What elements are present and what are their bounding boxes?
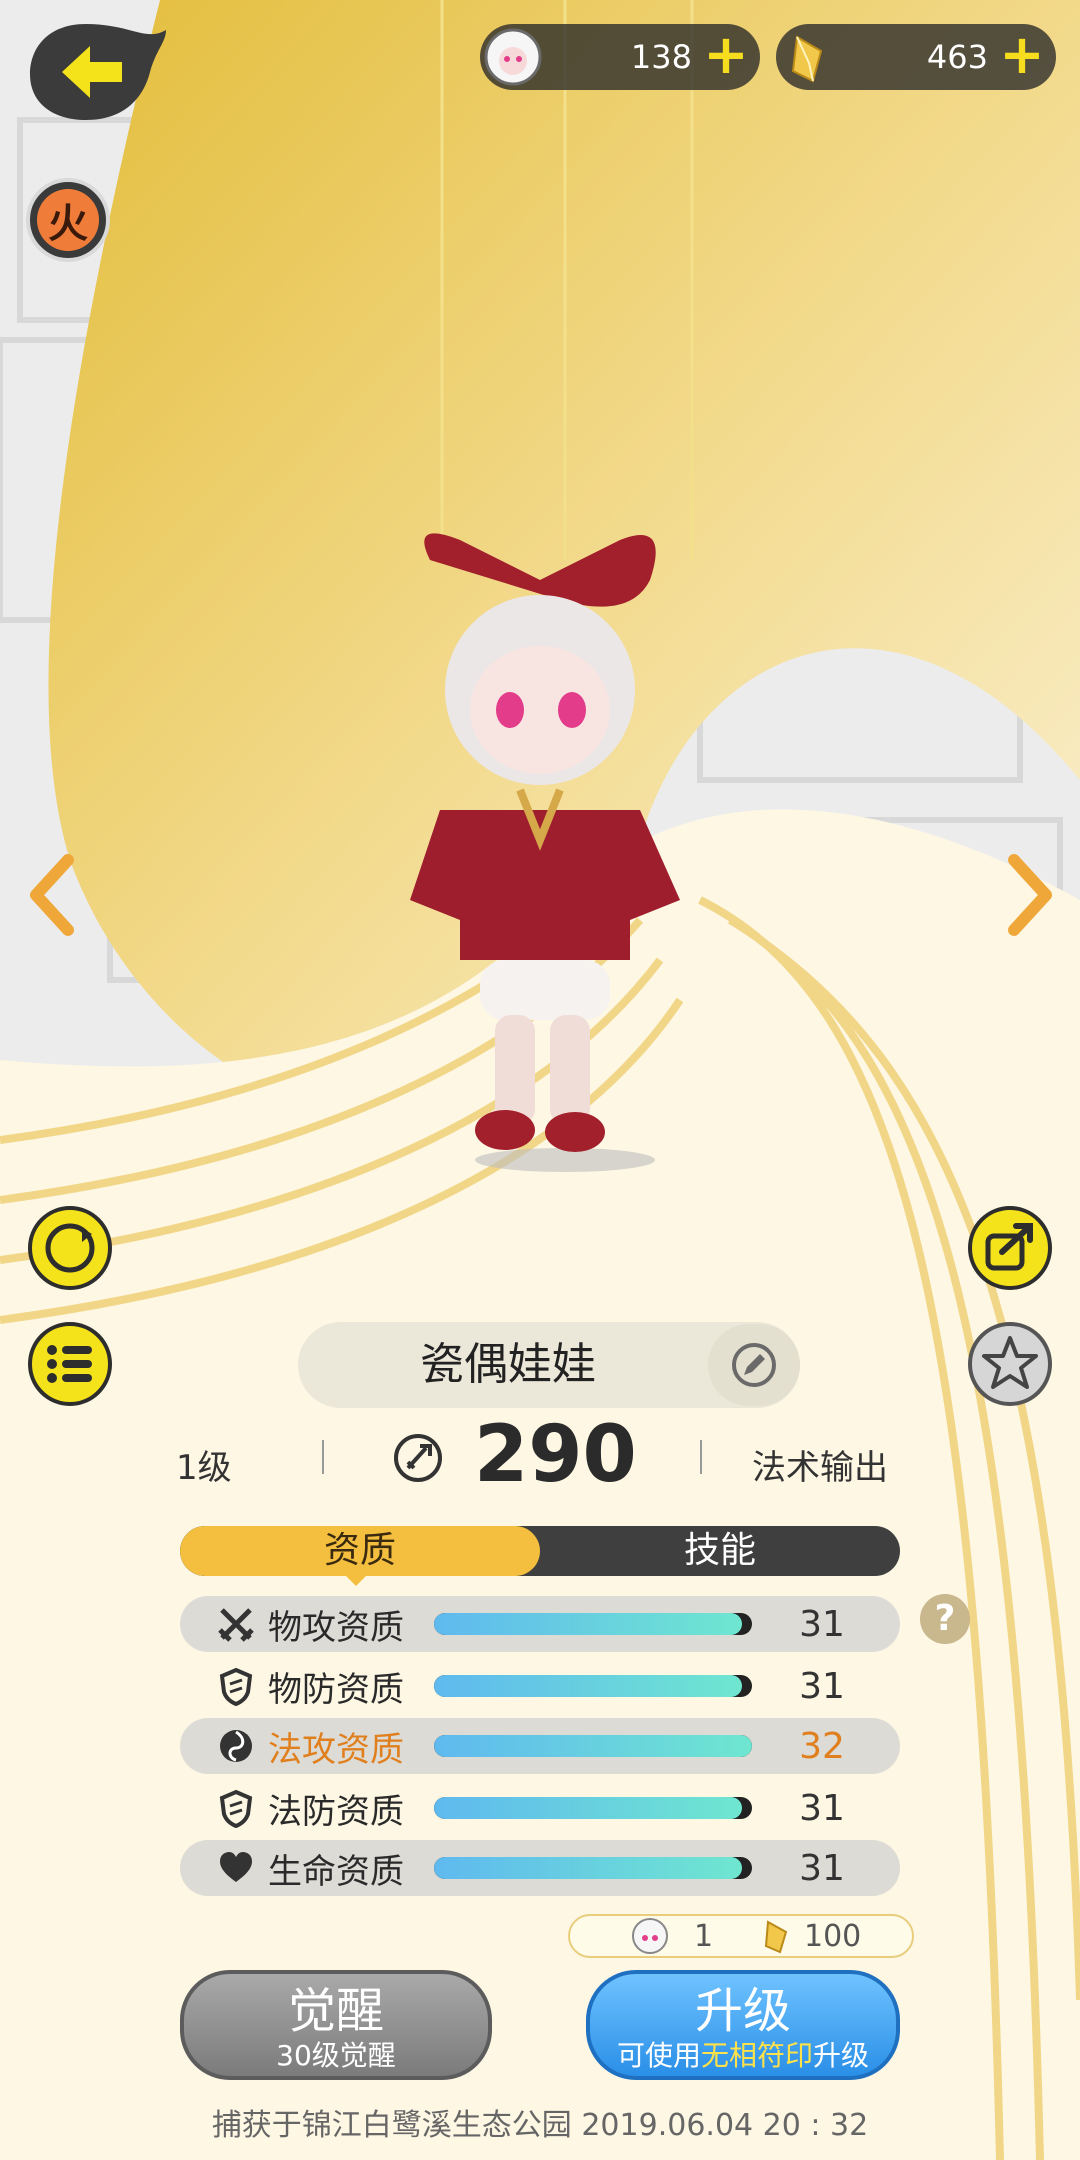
- attribute-value: 31: [799, 1787, 845, 1829]
- doll-count: 138: [630, 38, 692, 76]
- attribute-value: 31: [799, 1847, 845, 1889]
- attribute-bar: [434, 1613, 752, 1635]
- doll-face-icon: [632, 1918, 668, 1954]
- attribute-row: 物防资质 31: [180, 1658, 900, 1714]
- gold-crystal-icon: [764, 1920, 788, 1954]
- spirit-role: 法术输出: [752, 1448, 888, 1488]
- shield-icon: [214, 1786, 258, 1830]
- doll-character: [410, 533, 680, 1172]
- rename-button[interactable]: [708, 1324, 800, 1406]
- attribute-row: 法防资质 31: [180, 1780, 900, 1836]
- divider: [322, 1440, 324, 1474]
- attribute-row: 物攻资质 31: [180, 1596, 900, 1652]
- awaken-label: 觉醒: [287, 1983, 384, 2039]
- crossed-swords-icon: [214, 1602, 258, 1646]
- chevron-right-icon: [1008, 854, 1052, 936]
- attribute-value: 32: [799, 1725, 845, 1767]
- upgrade-cost: 1 100: [568, 1914, 914, 1958]
- share-icon: [985, 1223, 1033, 1271]
- attribute-label: 物防资质: [268, 1669, 404, 1710]
- gold-crystal-icon: [791, 35, 823, 83]
- spirit-name: 瓷偶娃娃: [420, 1339, 596, 1390]
- attribute-row: 生命资质 31: [180, 1840, 900, 1896]
- heart-icon: [214, 1846, 258, 1890]
- awaken-button[interactable]: 觉醒 30级觉醒: [180, 1970, 492, 2080]
- attribute-value: 31: [799, 1603, 845, 1645]
- attribute-label: 法防资质: [268, 1791, 404, 1832]
- attribute-label: 生命资质: [268, 1851, 404, 1892]
- star-icon: [982, 1336, 1038, 1389]
- attribute-bar: [434, 1797, 752, 1819]
- doll-face-icon: [484, 28, 542, 86]
- attribute-label: 物攻资质: [268, 1607, 404, 1648]
- share-button[interactable]: [968, 1206, 1052, 1290]
- attribute-bar: [434, 1735, 752, 1757]
- awaken-requirement: 30级觉醒: [276, 2039, 396, 2072]
- tab-pointer: [344, 1574, 368, 1586]
- capture-info: 捕获于锦江白鹭溪生态公园 2019.06.04 20 : 32: [211, 2108, 869, 2143]
- add-doll-button[interactable]: +: [702, 28, 750, 82]
- tab-aptitude[interactable]: 资质: [180, 1526, 540, 1576]
- spirit-detail-screen: 火 138 + 463 + 瓷偶娃娃 1级 290 法术输出 资质 技能 物攻资…: [0, 0, 1080, 2160]
- currency-doll: 138 +: [480, 24, 760, 90]
- attribute-bar: [434, 1675, 752, 1697]
- magic-swirl-icon: [214, 1724, 258, 1768]
- previous-spirit-button[interactable]: [22, 850, 82, 940]
- attribute-row: 法攻资质 32: [180, 1718, 900, 1774]
- upgrade-label: 升级: [694, 1983, 791, 2039]
- upgrade-hint: 可使用无相符印升级: [616, 2039, 870, 2072]
- divider: [700, 1440, 702, 1474]
- crystal-cost: 100: [804, 1918, 862, 1954]
- attribute-value: 31: [799, 1665, 845, 1707]
- edit-pencil-icon: [732, 1343, 776, 1387]
- fire-element-label: 火: [37, 189, 99, 251]
- back-button[interactable]: [26, 20, 168, 124]
- chevron-left-icon: [30, 854, 74, 936]
- list-icon: [47, 1345, 92, 1383]
- spirit-level: 1级: [176, 1448, 232, 1488]
- currency-crystal: 463 +: [776, 24, 1056, 90]
- crystal-count: 463: [926, 38, 988, 76]
- element-badge-fire[interactable]: 火: [26, 178, 110, 262]
- next-spirit-button[interactable]: [1000, 850, 1060, 940]
- attribute-bar: [434, 1857, 752, 1879]
- shield-icon: [214, 1664, 258, 1708]
- upgrade-button[interactable]: 升级 可使用无相符印升级: [586, 1970, 900, 2080]
- list-button[interactable]: [28, 1322, 112, 1406]
- add-crystal-button[interactable]: +: [998, 28, 1046, 82]
- detail-tabs: 资质 技能: [180, 1526, 900, 1576]
- aptitude-help-button[interactable]: ?: [920, 1594, 970, 1644]
- doll-cost: 1: [694, 1918, 714, 1954]
- combat-power-icon: [394, 1434, 442, 1482]
- switch-skin-button[interactable]: [28, 1206, 112, 1290]
- combat-power-value: 290: [474, 1410, 637, 1500]
- favorite-button[interactable]: [968, 1322, 1052, 1406]
- attribute-label: 法攻资质: [268, 1729, 404, 1770]
- tab-skills[interactable]: 技能: [540, 1526, 900, 1576]
